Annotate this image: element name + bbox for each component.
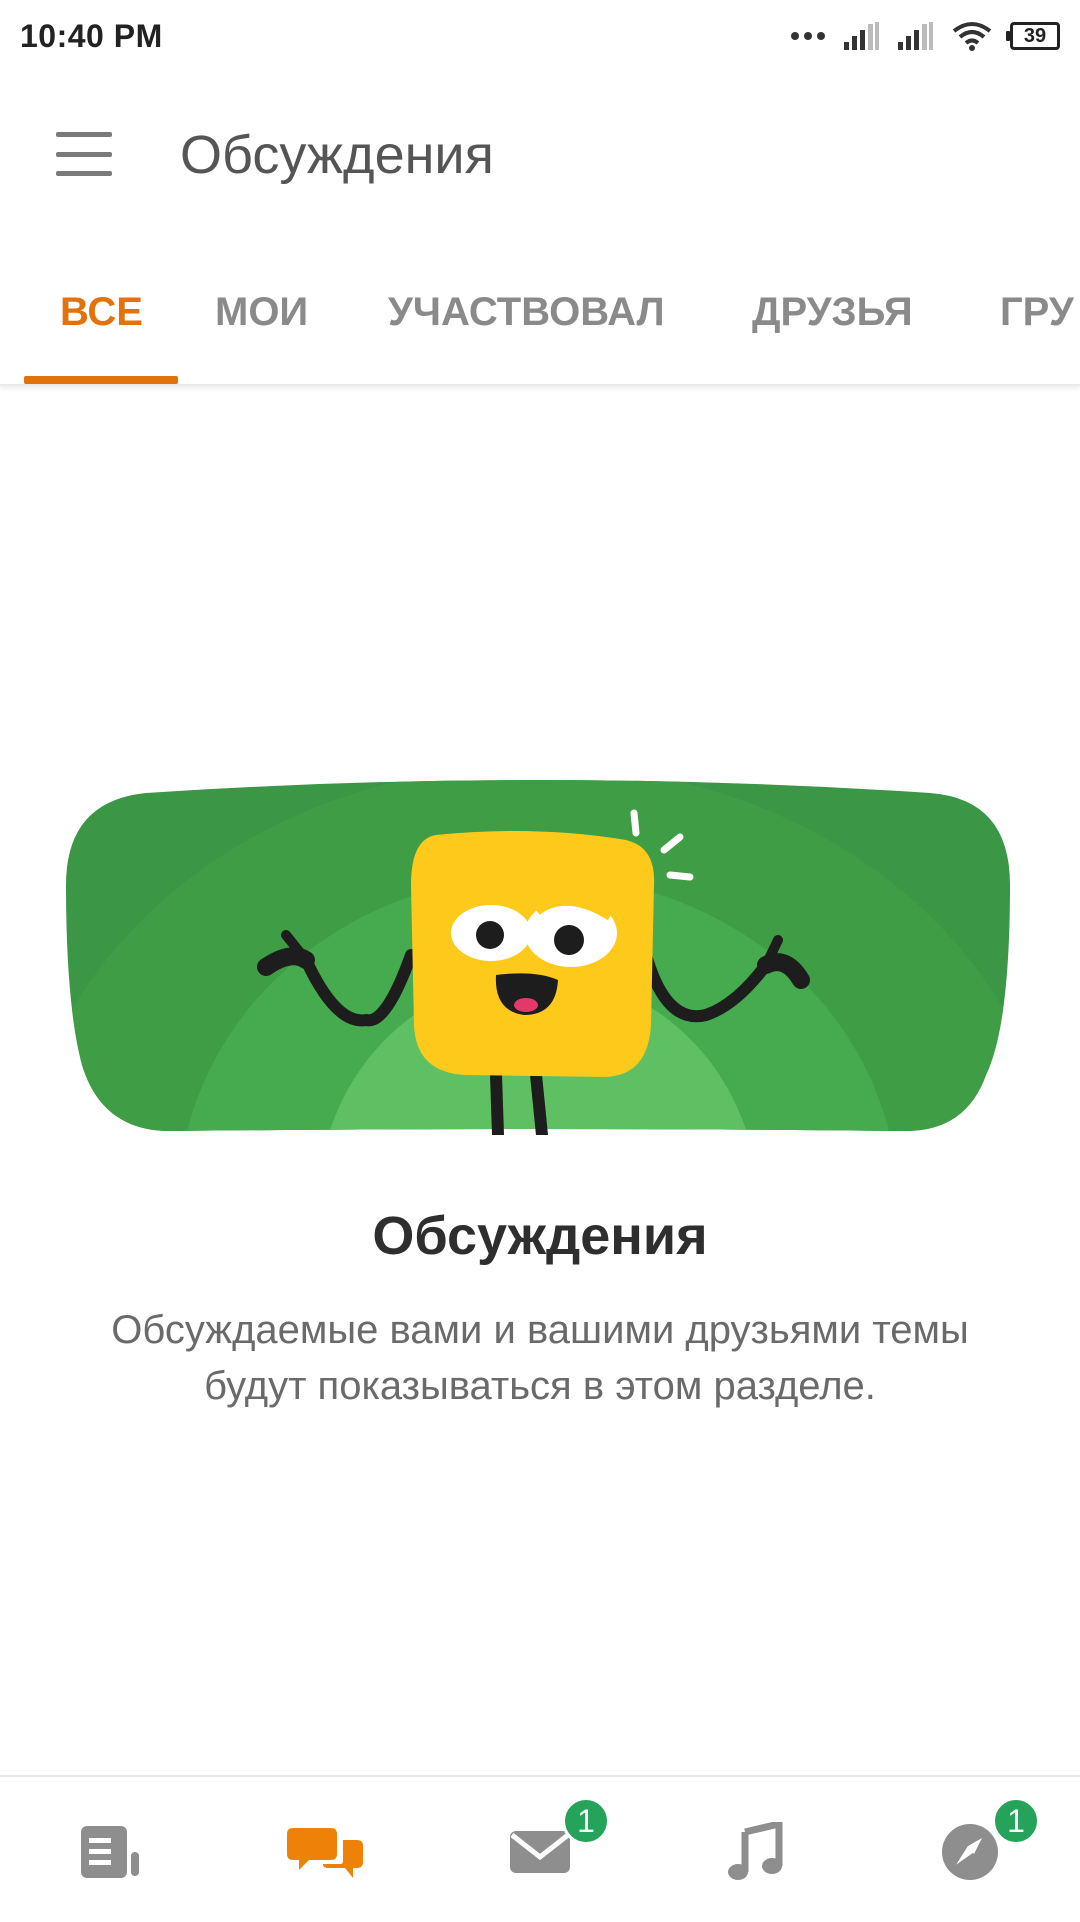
nav-notifications[interactable]: 1 (930, 1797, 1040, 1887)
battery-level: 39 (1023, 24, 1047, 47)
wifi-icon (952, 22, 992, 51)
signal-icon (844, 22, 879, 50)
nav-messages[interactable]: 1 (500, 1797, 610, 1887)
messages-badge: 1 (562, 1797, 610, 1845)
empty-state-title: Обсуждения (372, 1206, 708, 1266)
discussions-icon (287, 1828, 363, 1878)
tab-groups[interactable]: ГРУ (1000, 290, 1074, 335)
tab-indicator (24, 376, 178, 384)
tab-participated[interactable]: УЧАСТВОВАЛ (388, 290, 665, 335)
messages-icon (510, 1831, 570, 1873)
tab-all[interactable]: ВСЕ (60, 290, 143, 335)
tab-friends[interactable]: ДРУЗЬЯ (752, 290, 913, 335)
status-icons: 39 (790, 21, 1060, 51)
empty-state-text: Обсуждаемые вами и вашими друзьями темы … (111, 1308, 969, 1408)
menu-button[interactable] (56, 132, 112, 176)
page-title: Обсуждения (180, 125, 494, 185)
toolbar: Обсуждения (0, 72, 1080, 248)
tab-mine[interactable]: МОИ (215, 290, 308, 335)
notifications-icon (942, 1824, 998, 1880)
status-time: 10:40 PM (20, 17, 163, 54)
hamburger-icon-line (56, 171, 112, 176)
music-icon (728, 1822, 783, 1880)
feed-icon (81, 1826, 139, 1878)
battery-icon: 39 (1006, 22, 1060, 50)
nav-discussions[interactable] (285, 1817, 365, 1887)
signal-icon-2 (898, 22, 933, 50)
tab-bar: ВСЕ МОИ УЧАСТВОВАЛ ДРУЗЬЯ ГРУ (0, 248, 1080, 386)
more-dots-icon (791, 32, 825, 40)
bottom-nav: 1 1 (0, 1775, 1080, 1922)
status-bar: 10:40 PM 39 (0, 0, 1080, 72)
nav-feed[interactable] (70, 1817, 150, 1887)
hamburger-icon-line (56, 151, 112, 157)
empty-state-illustration (66, 780, 1010, 1135)
hamburger-icon-line (56, 132, 112, 137)
nav-music[interactable] (715, 1817, 795, 1887)
notifications-badge: 1 (992, 1797, 1040, 1845)
